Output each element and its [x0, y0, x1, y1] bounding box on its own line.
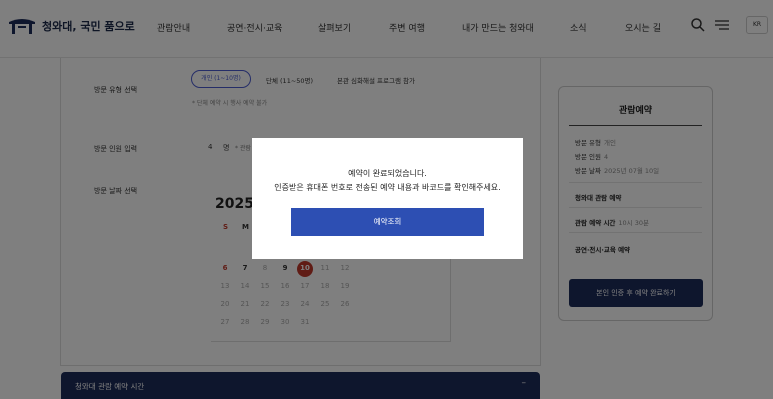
- reservation-complete-dialog: 예약이 완료되었습니다. 인증받은 휴대폰 번호로 전송된 예약 내용과 바코드…: [252, 138, 523, 259]
- view-reservation-button[interactable]: 예약조회: [291, 208, 484, 236]
- dialog-message-line2: 인증받은 휴대폰 번호로 전송된 예약 내용과 바코드를 확인해주세요.: [274, 183, 501, 192]
- dialog-message-line1: 예약이 완료되었습니다.: [348, 169, 427, 178]
